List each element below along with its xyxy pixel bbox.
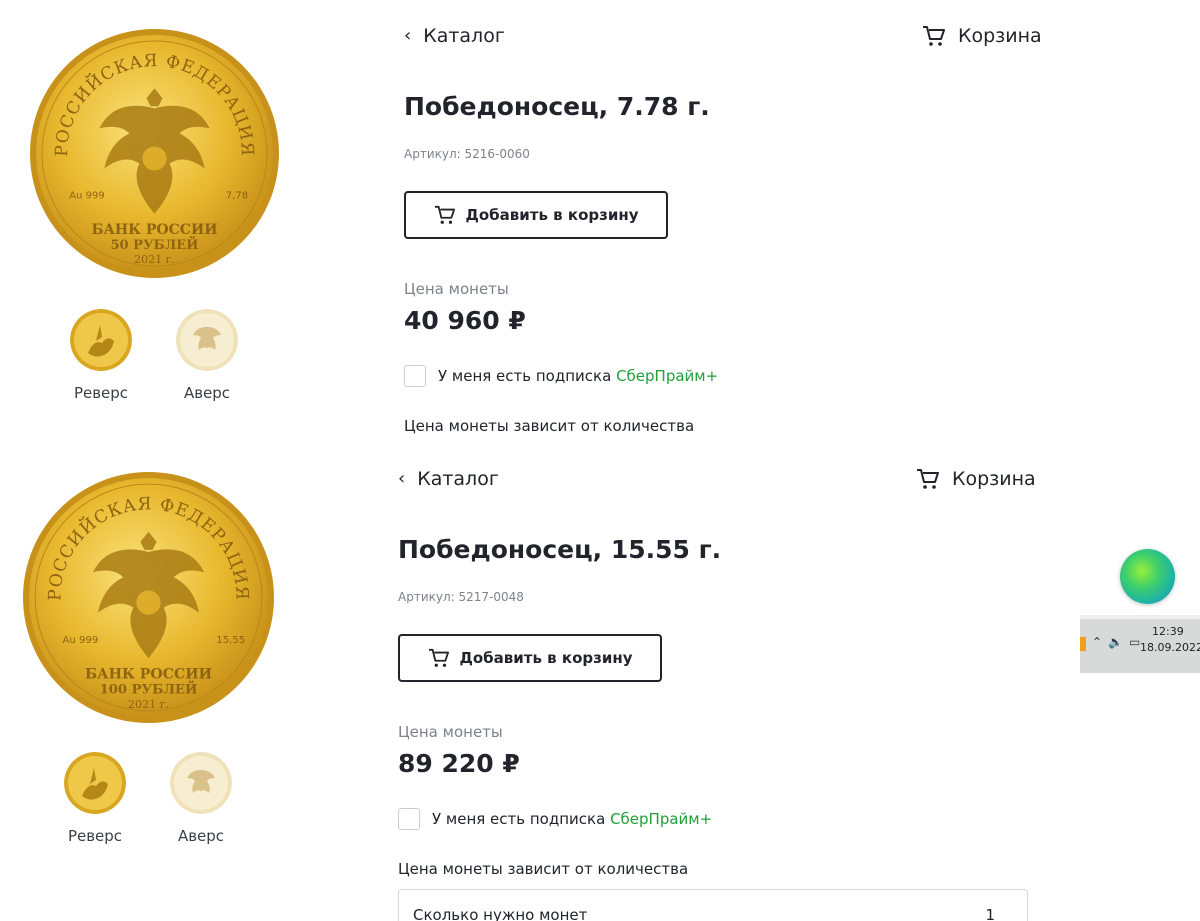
tray-icons: ⌃🔈▭ (1092, 635, 1146, 649)
coin-obverse-image: РОССИЙСКАЯ ФЕДЕРАЦИЯ Au 999 7,78 БАНК РО… (30, 29, 279, 278)
add-to-cart-button[interactable]: Добавить в корзину (404, 191, 668, 239)
sberprime-link: СберПрайм+ (610, 810, 713, 828)
subscription-checkbox[interactable] (398, 808, 420, 830)
product-title: Победоносец, 15.55 г. (398, 535, 722, 564)
tray-date: 18.09.2022 (1140, 641, 1200, 654)
quantity-field[interactable]: Сколько нужно монет 1 (398, 889, 1028, 921)
cart-icon (434, 205, 455, 224)
thumb-obverse[interactable] (176, 309, 238, 371)
chevron-left-icon: ‹ (404, 24, 412, 46)
thumb-reverse[interactable] (64, 752, 126, 814)
assistant-orb-icon[interactable] (1120, 549, 1175, 604)
thumb-reverse[interactable] (70, 309, 132, 371)
coin-obverse-image: РОССИЙСКАЯ ФЕДЕРАЦИЯ Au 999 15,55 БАНК Р… (23, 472, 274, 723)
coin-weight: 15,55 (216, 635, 245, 646)
tray-app-icon (1080, 637, 1086, 651)
coin-metal: Au 999 (62, 635, 98, 646)
volume-icon: 🔈 (1108, 635, 1130, 649)
thumb-obverse[interactable] (170, 752, 232, 814)
cart-icon (428, 648, 449, 667)
subscription-text: У меня есть подписка СберПрайм+ (438, 367, 719, 385)
product-card-2: РОССИЙСКАЯ ФЕДЕРАЦИЯ Au 999 15,55 БАНК Р… (0, 443, 1200, 921)
subscription-checkbox[interactable] (404, 365, 426, 387)
product-title: Победоносец, 7.78 г. (404, 92, 710, 121)
chevron-up-icon: ⌃ (1092, 635, 1109, 649)
cart-icon (917, 469, 939, 489)
coin-denomination: 100 РУБЛЕЙ (100, 681, 198, 698)
price-value: 89 220 ₽ (398, 749, 520, 778)
sberprime-link: СберПрайм+ (616, 367, 719, 385)
back-label: Каталог (417, 468, 499, 490)
thumb-obverse-label: Аверс (183, 384, 231, 402)
system-tray: ⌃🔈▭ 12:39 18.09.2022 (1080, 615, 1200, 673)
back-to-catalog-link[interactable]: ‹ Каталог (398, 467, 499, 491)
coin-weight: 7,78 (226, 191, 248, 202)
quantity-field-label: Сколько нужно монет (413, 906, 588, 921)
add-to-cart-label: Добавить в корзину (459, 649, 633, 667)
back-to-catalog-link[interactable]: ‹ Каталог (404, 24, 505, 48)
tray-time: 12:39 (1152, 625, 1184, 638)
back-label: Каталог (423, 25, 505, 47)
cart-label: Корзина (958, 25, 1042, 47)
chevron-left-icon: ‹ (398, 467, 406, 489)
cart-link[interactable]: Корзина (922, 25, 1042, 47)
coin-year: 2021 г. (128, 698, 169, 711)
qty-note: Цена монеты зависит от количества (404, 417, 695, 435)
quantity-field-value: 1 (985, 906, 995, 921)
price-label: Цена монеты (398, 723, 503, 741)
coin-bank: БАНК РОССИИ (91, 222, 217, 238)
coin-metal: Au 999 (69, 191, 105, 202)
coin-denomination: 50 РУБЛЕЙ (110, 236, 198, 253)
qty-note: Цена монеты зависит от количества (398, 860, 689, 878)
coin-bank: БАНК РОССИИ (85, 666, 212, 682)
subscription-row: У меня есть подписка СберПрайм+ (404, 365, 718, 387)
product-card-1: РОССИЙСКАЯ ФЕДЕРАЦИЯ Au 999 7,78 БАНК РО… (0, 0, 1200, 443)
thumb-reverse-label: Реверс (67, 827, 123, 845)
cart-label: Корзина (952, 468, 1036, 490)
price-value: 40 960 ₽ (404, 306, 526, 335)
add-to-cart-label: Добавить в корзину (465, 206, 639, 224)
product-sku: Артикул: 5217-0048 (398, 590, 524, 604)
product-sku: Артикул: 5216-0060 (404, 147, 530, 161)
coin-year: 2021 г. (134, 253, 175, 266)
subscription-row: У меня есть подписка СберПрайм+ (398, 808, 712, 830)
price-label: Цена монеты (404, 280, 509, 298)
add-to-cart-button[interactable]: Добавить в корзину (398, 634, 662, 682)
cart-icon (923, 26, 945, 46)
cart-link[interactable]: Корзина (916, 468, 1036, 490)
thumb-obverse-label: Аверс (177, 827, 225, 845)
subscription-text: У меня есть подписка СберПрайм+ (432, 810, 713, 828)
thumb-reverse-label: Реверс (73, 384, 129, 402)
